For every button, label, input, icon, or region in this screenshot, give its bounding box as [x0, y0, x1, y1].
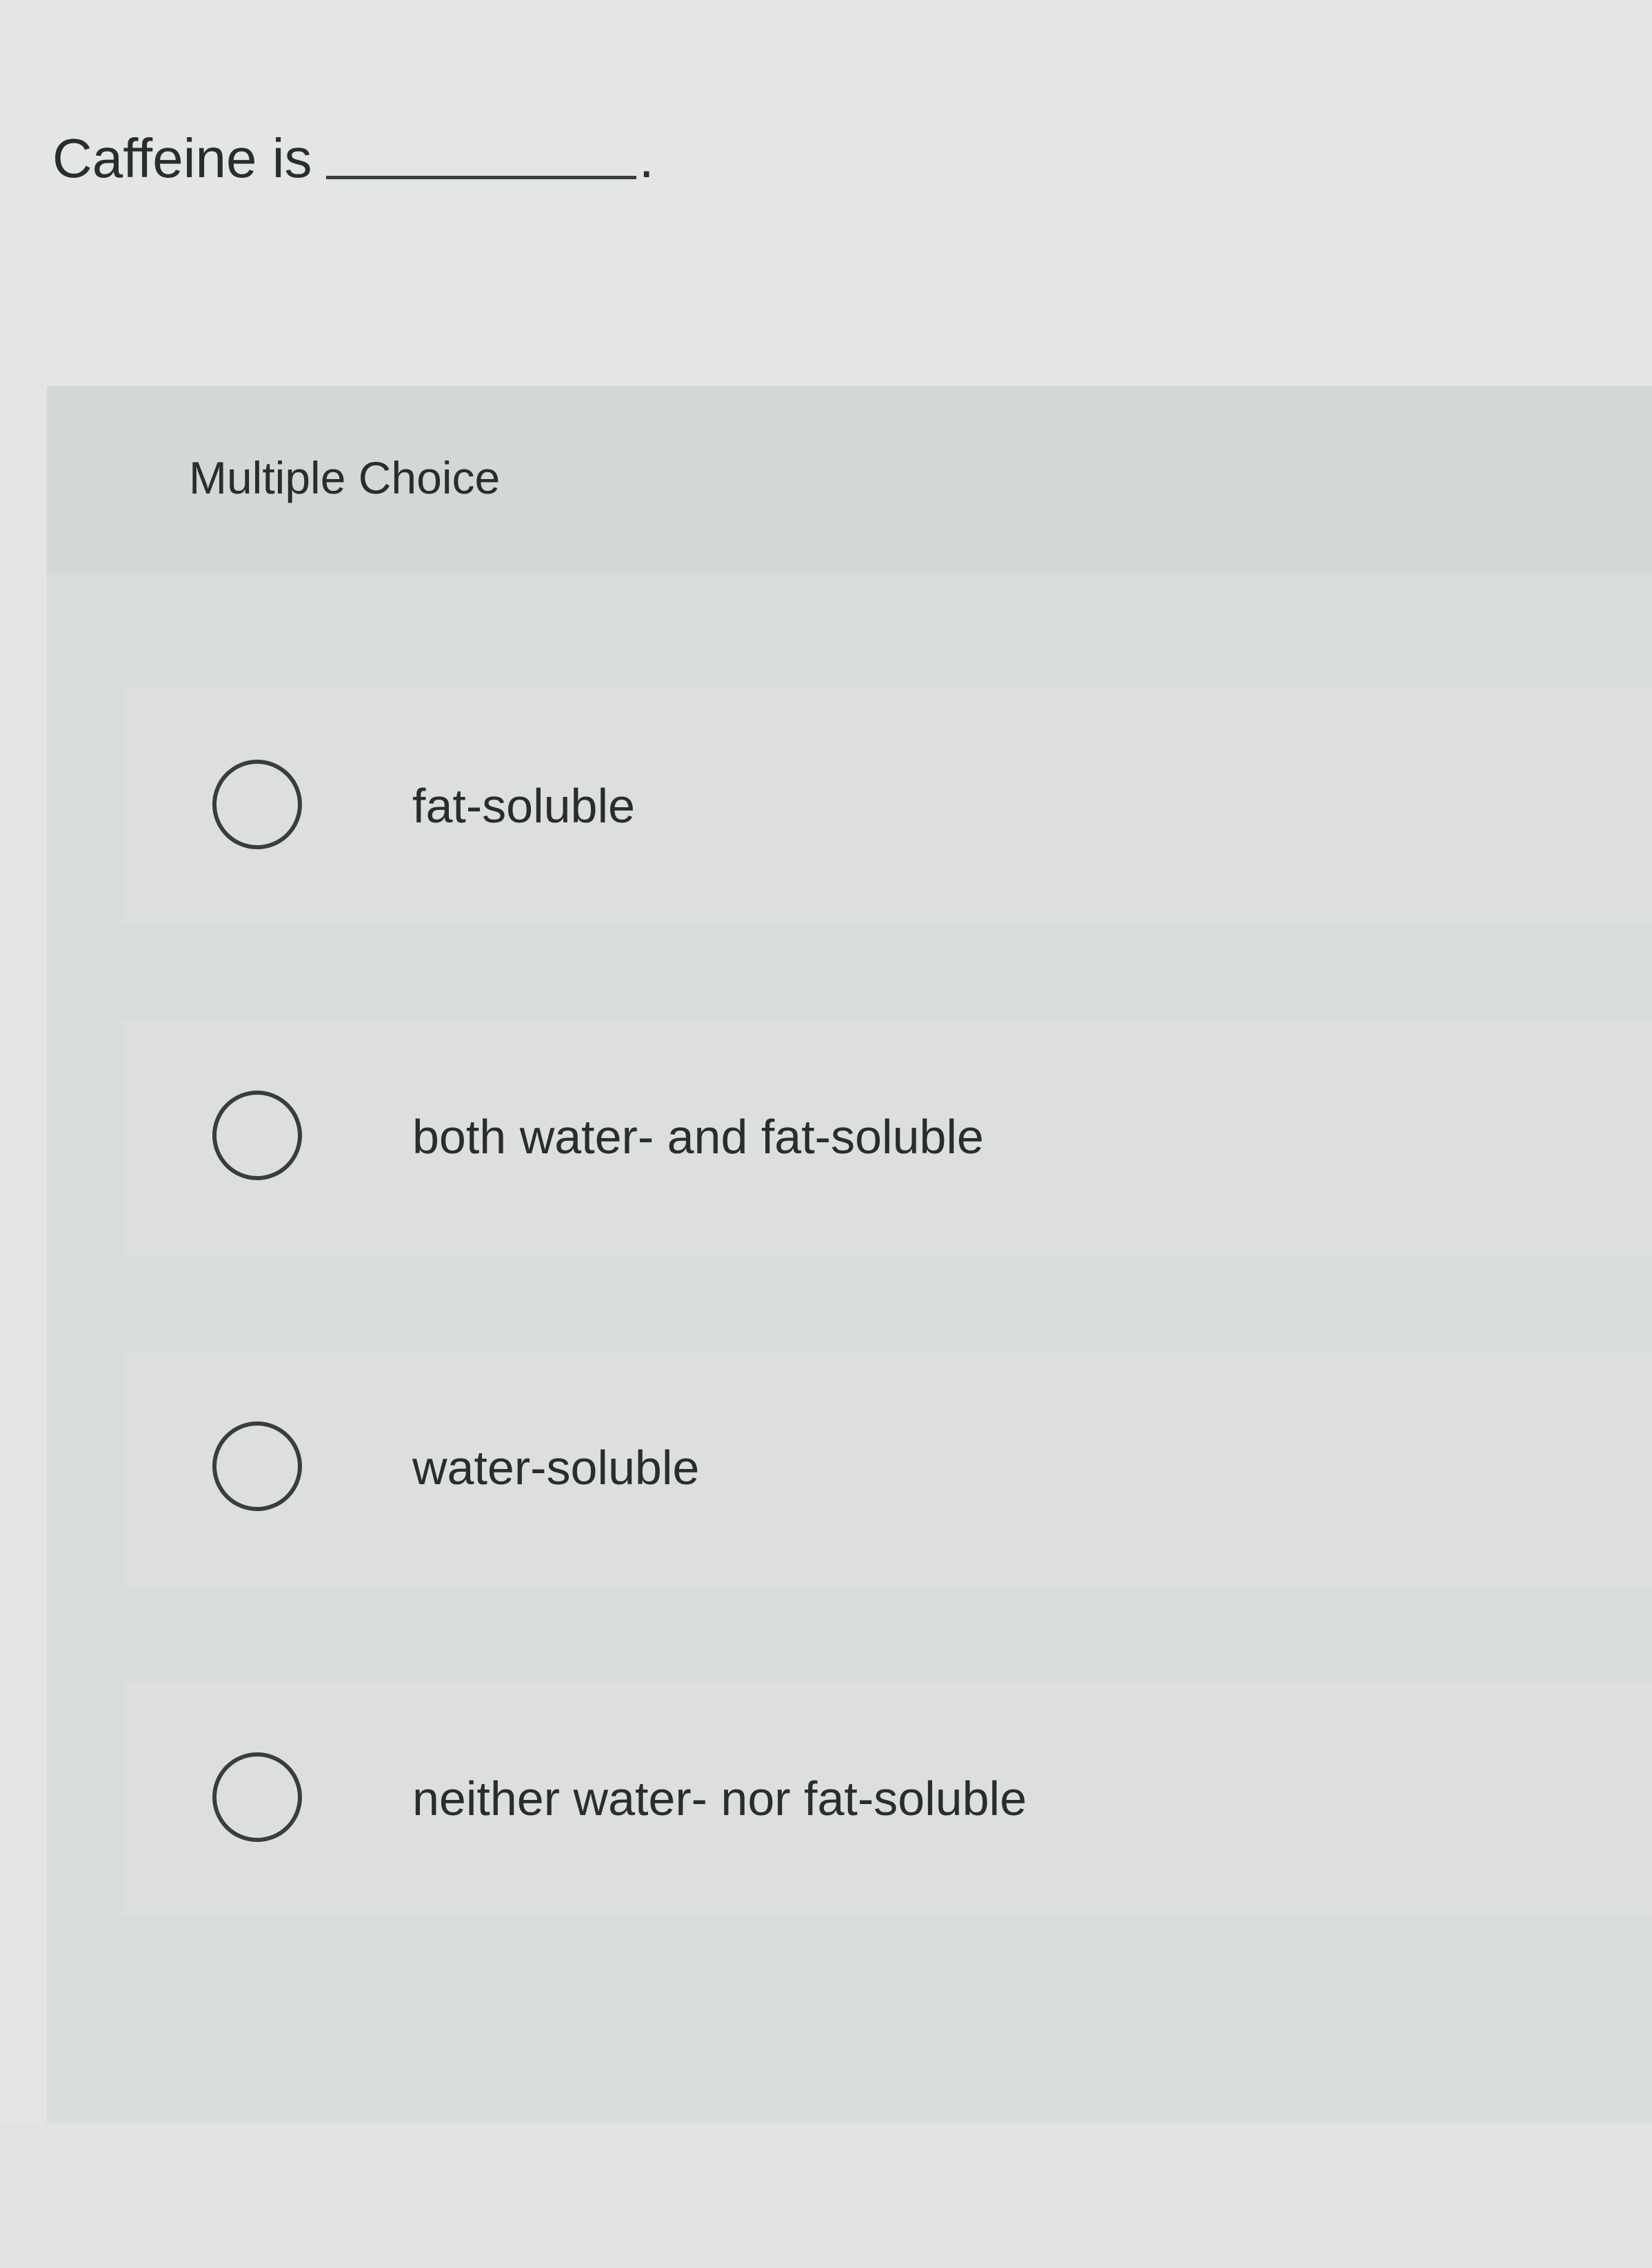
answer-options: fat-soluble both water- and fat-soluble …: [123, 689, 1652, 2013]
panel-header: Multiple Choice: [47, 386, 1652, 572]
option-both-water-and-fat-soluble[interactable]: both water- and fat-soluble: [123, 1020, 1652, 1255]
question-text: Caffeine is: [52, 128, 312, 189]
option-neither-water-nor-fat-soluble[interactable]: neither water- nor fat-soluble: [123, 1682, 1652, 1916]
radio-button-icon[interactable]: [212, 760, 302, 849]
option-label: both water- and fat-soluble: [412, 1110, 984, 1164]
panel-title: Multiple Choice: [189, 452, 501, 503]
question-prompt: Caffeine is .: [52, 131, 654, 186]
question-period: .: [638, 128, 654, 189]
option-label: water-soluble: [412, 1441, 700, 1495]
radio-button-icon[interactable]: [212, 1421, 302, 1511]
answer-blank: [325, 169, 636, 179]
option-fat-soluble[interactable]: fat-soluble: [123, 689, 1652, 924]
option-label: neither water- nor fat-soluble: [412, 1772, 1027, 1825]
option-water-soluble[interactable]: water-soluble: [123, 1351, 1652, 1586]
radio-button-icon[interactable]: [212, 1752, 302, 1842]
option-label: fat-soluble: [412, 779, 635, 833]
multiple-choice-panel: Multiple Choice fat-soluble both water- …: [47, 386, 1652, 2123]
radio-button-icon[interactable]: [212, 1091, 302, 1180]
page-footer-area: [0, 2123, 1652, 2268]
